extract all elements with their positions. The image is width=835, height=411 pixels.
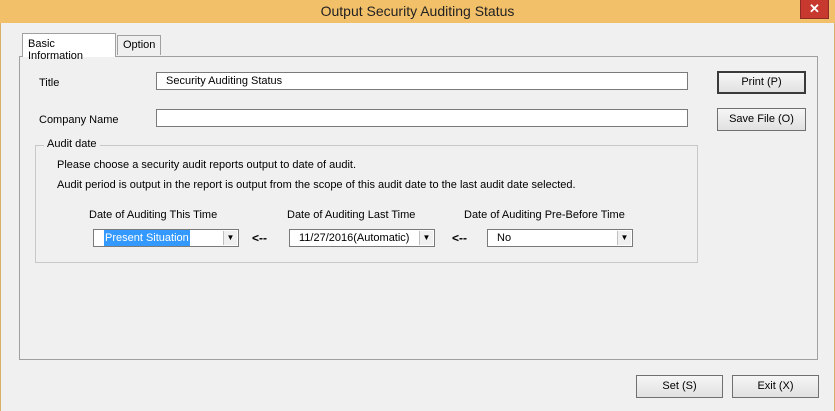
company-name-input[interactable] xyxy=(156,109,688,127)
close-button[interactable]: ✕ xyxy=(800,0,829,19)
tab-label: Option xyxy=(123,39,156,51)
dialog-client-area: Basic Information Option Title Security … xyxy=(0,23,835,411)
basic-information-panel: Title Security Auditing Status Company N… xyxy=(19,56,818,360)
last-time-value: 11/27/2016(Automatic) xyxy=(299,232,410,244)
audit-date-legend: Audit date xyxy=(44,138,100,150)
chevron-down-icon[interactable]: ▼ xyxy=(223,231,237,245)
pre-before-select[interactable]: No ▼ xyxy=(487,229,633,247)
set-button[interactable]: Set (S) xyxy=(636,375,723,398)
this-time-select[interactable]: Present Situation ▼ xyxy=(93,229,239,247)
save-file-button[interactable]: Save File (O) xyxy=(717,108,806,131)
audit-info-line-1: Please choose a security audit reports o… xyxy=(57,159,357,171)
tab-option[interactable]: Option xyxy=(117,35,161,55)
last-time-label: Date of Auditing Last Time xyxy=(287,209,416,221)
audit-info-line-2: Audit period is output in the report is … xyxy=(57,179,576,191)
title-label: Title xyxy=(39,77,60,89)
pre-before-label: Date of Auditing Pre-Before Time xyxy=(464,209,625,221)
window-title: Output Security Auditing Status xyxy=(320,3,515,19)
company-name-label: Company Name xyxy=(39,114,119,126)
print-button[interactable]: Print (P) xyxy=(717,71,806,94)
close-icon: ✕ xyxy=(809,1,820,16)
exit-button[interactable]: Exit (X) xyxy=(732,375,819,398)
this-time-value: Present Situation xyxy=(104,230,190,246)
pre-before-value: No xyxy=(497,232,512,244)
last-time-select[interactable]: 11/27/2016(Automatic) ▼ xyxy=(289,229,435,247)
title-input[interactable]: Security Auditing Status xyxy=(156,72,688,90)
tab-label: Basic Information xyxy=(28,38,84,62)
arrow-left-icon: <-- xyxy=(452,231,467,245)
chevron-down-icon[interactable]: ▼ xyxy=(617,231,631,245)
chevron-down-icon[interactable]: ▼ xyxy=(419,231,433,245)
title-bar: Output Security Auditing Status ✕ xyxy=(0,0,835,23)
tab-basic-information[interactable]: Basic Information xyxy=(22,33,116,62)
arrow-left-icon: <-- xyxy=(252,231,267,245)
audit-date-group: Audit date Please choose a security audi… xyxy=(35,138,698,263)
this-time-label: Date of Auditing This Time xyxy=(89,209,218,221)
